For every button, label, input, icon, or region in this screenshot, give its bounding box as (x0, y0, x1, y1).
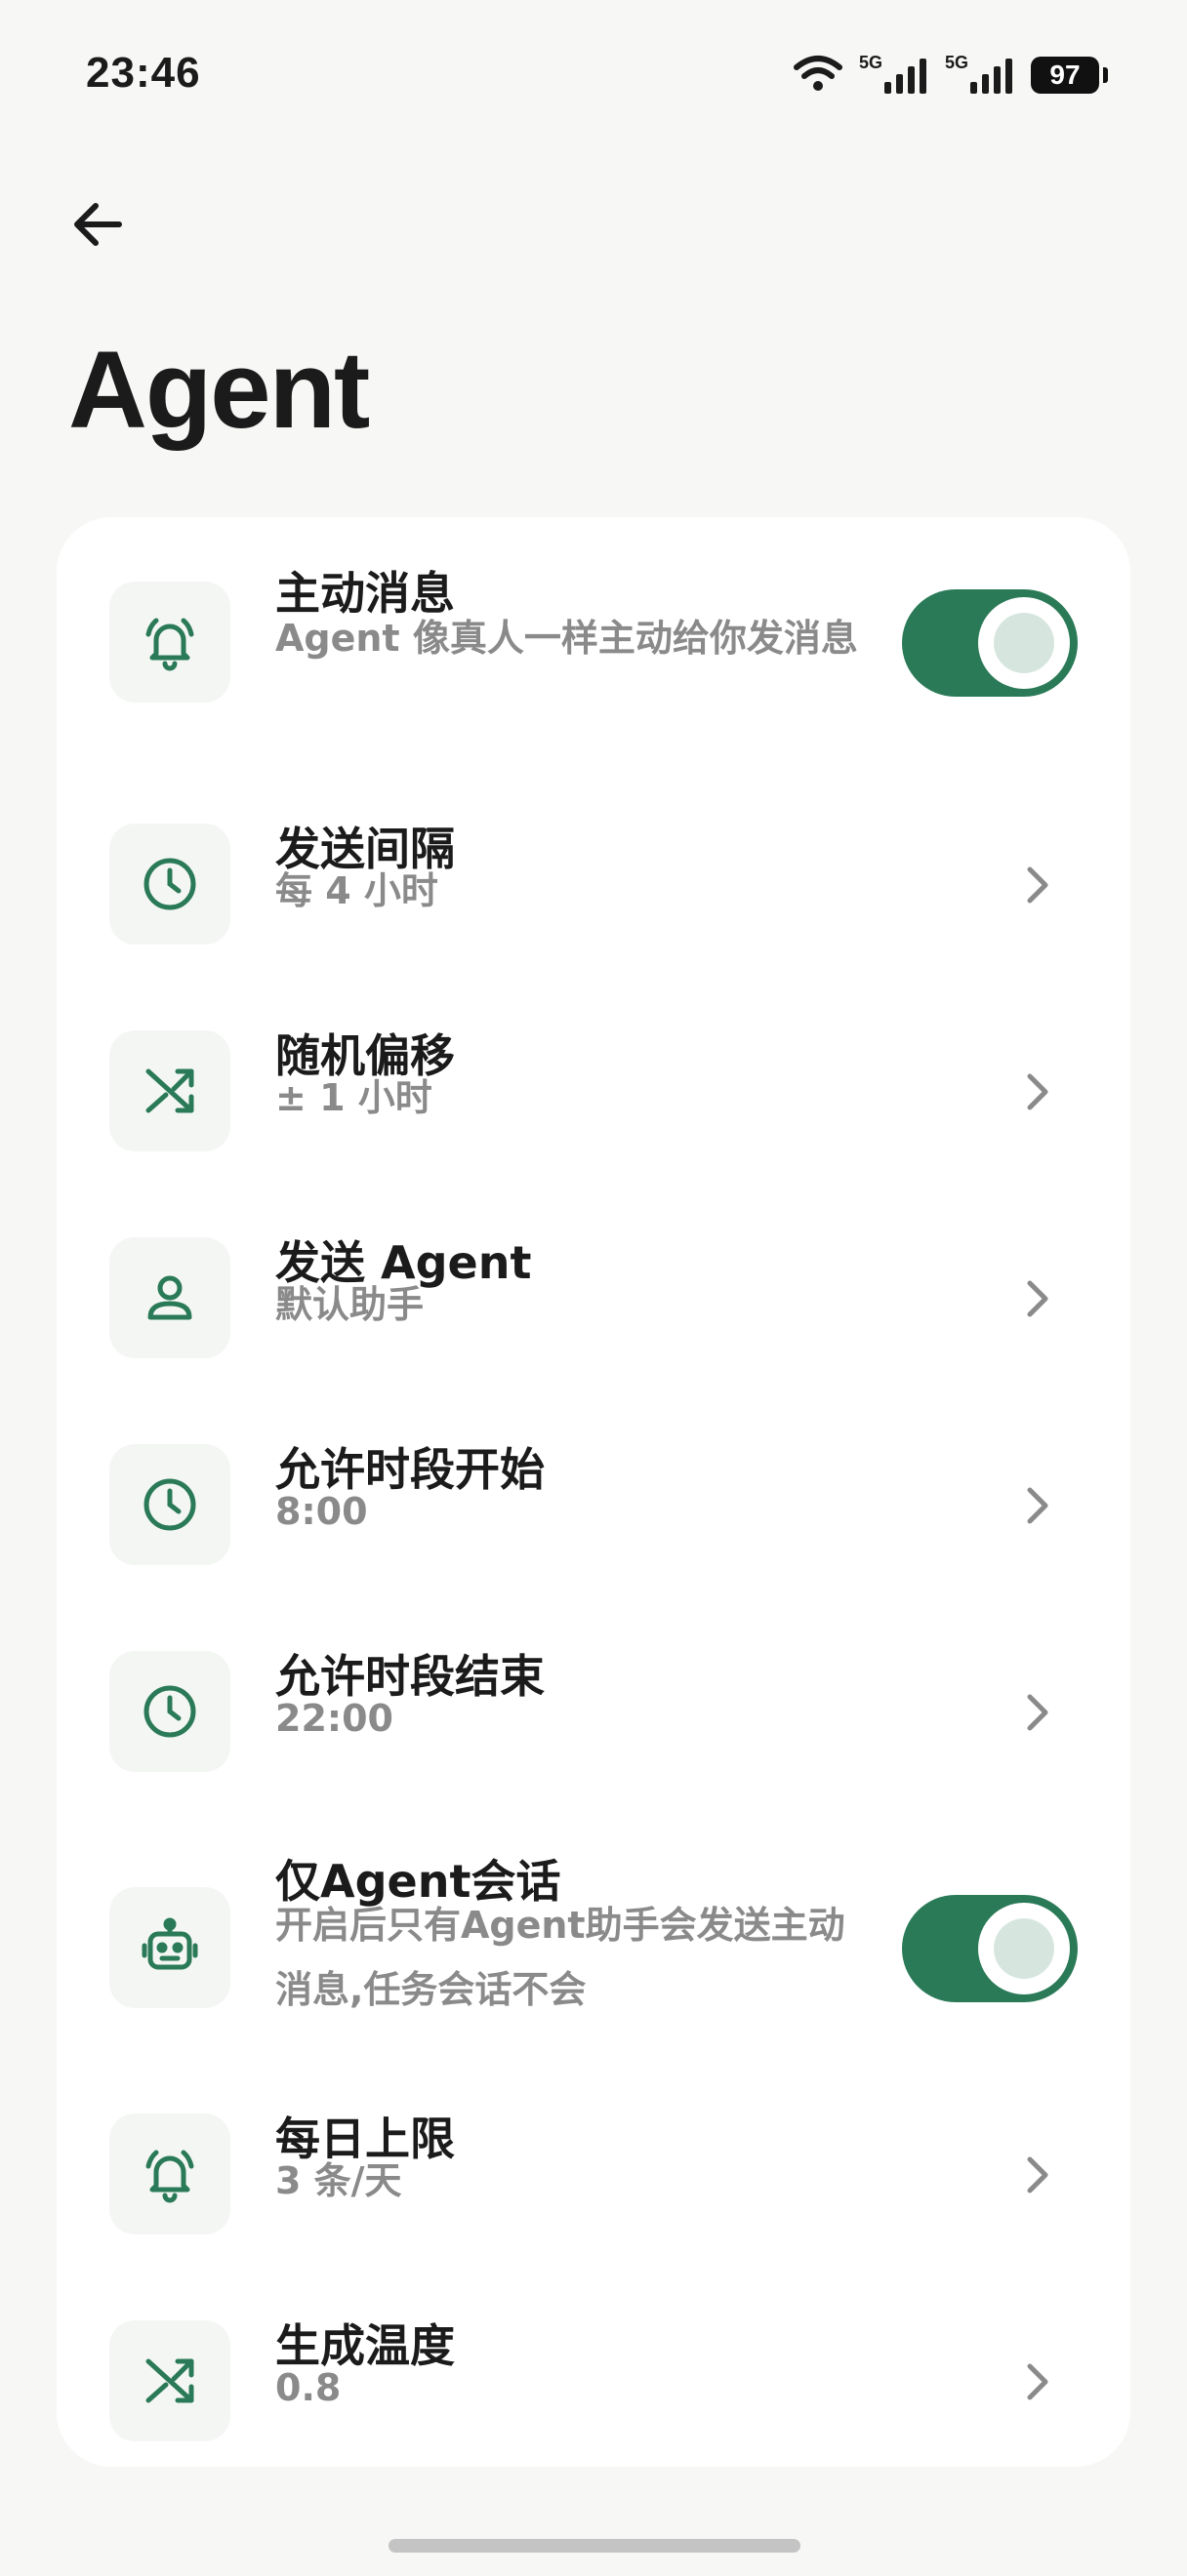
chevron-right-icon (1013, 861, 1062, 909)
shuffle-icon (145, 2358, 194, 2403)
setting-send-agent[interactable]: 发送 Agent 默认助手 (57, 1196, 1130, 1403)
status-icons: 5G 5G 97 (793, 51, 1108, 100)
battery-icon: 97 (1031, 57, 1108, 94)
back-button[interactable] (59, 185, 137, 263)
setting-temperature[interactable]: 生成温度 0.8 (57, 2279, 1130, 2467)
bell-ring-icon (145, 618, 194, 671)
wifi-icon (793, 54, 843, 97)
setting-subtitle: 3 条/天 (275, 2159, 402, 2202)
setting-subtitle: Agent 像真人一样主动给你发消息 (275, 617, 858, 660)
setting-subtitle: 每 4 小时 (275, 869, 438, 912)
setting-proactive-message[interactable]: 主动消息 Agent 像真人一样主动给你发消息 (57, 517, 1130, 783)
setting-allowed-end[interactable]: 允许时段结束 22:00 (57, 1610, 1130, 1817)
chevron-right-icon (1013, 1274, 1062, 1323)
clock-icon (143, 1478, 196, 1531)
chevron-right-icon (1013, 1067, 1062, 1116)
chevron-right-icon (1013, 1688, 1062, 1737)
cellular-signal-icon: 5G (945, 53, 1015, 98)
setting-subtitle: 开启后只有Agent助手会发送主动消息,任务会话不会 (275, 1904, 845, 2011)
setting-subtitle: 8:00 (275, 1490, 368, 1533)
page-title: Agent (68, 329, 370, 451)
setting-random-offset[interactable]: 随机偏移 ± 1 小时 (57, 989, 1130, 1196)
setting-subtitle: 0.8 (275, 2366, 342, 2409)
network-type-label: 5G (945, 53, 969, 72)
battery-level: 97 (1049, 60, 1081, 90)
proactive-message-toggle[interactable] (902, 589, 1078, 697)
setting-allowed-start[interactable]: 允许时段开始 8:00 (57, 1403, 1130, 1610)
setting-daily-limit[interactable]: 每日上限 3 条/天 (57, 2073, 1130, 2279)
status-time: 23:46 (86, 49, 201, 97)
clock-icon (143, 1685, 196, 1738)
arrow-left-icon (74, 203, 122, 246)
setting-subtitle: 22:00 (275, 1697, 393, 1740)
setting-agent-only[interactable]: 仅Agent会话 开启后只有Agent助手会发送主动消息,任务会话不会 (57, 1817, 1130, 2073)
setting-subtitle: 默认助手 (275, 1283, 425, 1326)
bell-ring-icon (145, 2150, 194, 2203)
status-bar: 23:46 5G 5G 97 (0, 0, 1187, 146)
agent-only-toggle[interactable] (902, 1895, 1078, 2002)
chevron-right-icon (1013, 2357, 1062, 2406)
clock-icon (143, 858, 196, 910)
cellular-signal-icon: 5G (859, 53, 929, 98)
robot-icon (142, 1917, 198, 1970)
setting-subtitle: ± 1 小时 (275, 1076, 432, 1119)
network-type-label: 5G (859, 53, 883, 72)
person-icon (147, 1275, 192, 1320)
settings-card: 主动消息 Agent 像真人一样主动给你发消息 发送间隔 每 4 小时 随机偏移… (57, 517, 1130, 2467)
chevron-right-icon (1013, 2151, 1062, 2199)
shuffle-icon (145, 1068, 194, 1113)
home-indicator[interactable] (389, 2539, 800, 2553)
setting-send-interval[interactable]: 发送间隔 每 4 小时 (57, 783, 1130, 989)
chevron-right-icon (1013, 1481, 1062, 1530)
